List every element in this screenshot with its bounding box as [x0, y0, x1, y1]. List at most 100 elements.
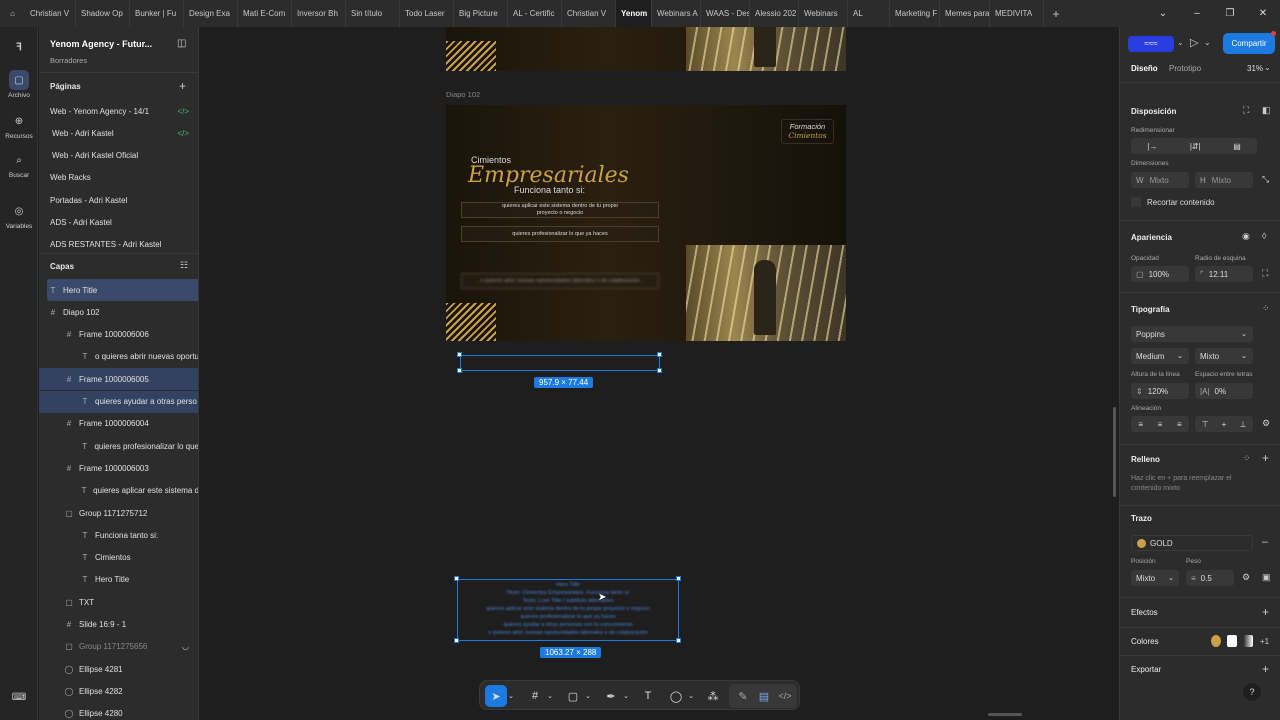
align-left-icon[interactable]: ≡: [1138, 420, 1143, 429]
align-top-icon[interactable]: ⊤: [1202, 420, 1209, 429]
text-tool-icon[interactable]: T: [637, 685, 659, 707]
color-swatch-gradient[interactable]: [1243, 635, 1253, 647]
type-settings-icon[interactable]: ⚙: [1262, 418, 1270, 429]
layer-row[interactable]: ▢ TXT: [39, 591, 198, 613]
layer-row[interactable]: # Frame 1000006003: [39, 457, 198, 479]
present-chevron-icon[interactable]: ⌄: [1204, 38, 1211, 47]
stroke-sides-icon[interactable]: ▣: [1262, 572, 1271, 583]
selection-box-1[interactable]: [460, 355, 660, 371]
layer-row[interactable]: To quieres abrir nuevas oportu: [39, 346, 198, 368]
page-item[interactable]: Web - Yenom Agency - 14/1 </>: [39, 100, 198, 122]
add-effect-icon[interactable]: +: [1262, 605, 1269, 619]
layer-row[interactable]: Tquieres profesionalizar lo que: [39, 435, 198, 457]
layer-row[interactable]: T Hero Title: [47, 279, 198, 301]
shape-tool-chevron-icon[interactable]: ⌄: [584, 685, 592, 707]
layer-row[interactable]: ◯ Ellipse 4280: [39, 703, 198, 720]
browser-tab[interactable]: AL: [848, 0, 890, 27]
layer-row[interactable]: ◯ Ellipse 4281: [39, 658, 198, 680]
add-export-icon[interactable]: +: [1262, 662, 1269, 676]
layer-row[interactable]: ▢ Group 1171275712: [39, 502, 198, 524]
browser-tab[interactable]: Todo Laser: [400, 0, 454, 27]
browser-tab[interactable]: Mati E-Com: [238, 0, 292, 27]
toggle-sidebar-icon[interactable]: ◫: [177, 38, 186, 49]
align-middle-icon[interactable]: +: [1222, 420, 1227, 429]
tabs-dropdown-icon[interactable]: ⌄: [1146, 0, 1180, 27]
text-styles-icon[interactable]: ⁘: [1262, 303, 1270, 314]
browser-tab[interactable]: Webinars A: [652, 0, 701, 27]
browser-tab[interactable]: Yenom✕: [616, 0, 652, 27]
font-size-select[interactable]: Mixto ⌄: [1195, 348, 1253, 364]
help-button[interactable]: ?: [1243, 683, 1261, 701]
close-window-icon[interactable]: ✕: [1246, 0, 1280, 27]
layer-row[interactable]: # Frame 1000006006: [39, 324, 198, 346]
resize-hug-icon[interactable]: |⇵|: [1190, 142, 1201, 151]
browser-tab[interactable]: Memes para: [940, 0, 990, 27]
comment-tool-icon[interactable]: ◯: [665, 685, 687, 707]
add-page-icon[interactable]: +: [179, 79, 186, 93]
layer-row[interactable]: T Hero Title: [39, 569, 198, 591]
new-tab-icon[interactable]: +: [1044, 0, 1068, 27]
blend-mode-icon[interactable]: ◊: [1262, 231, 1266, 241]
remove-stroke-icon[interactable]: –: [1262, 536, 1268, 548]
browser-tab[interactable]: WAAS - Des: [701, 0, 750, 27]
font-family-select[interactable]: Poppins ⌄: [1131, 326, 1253, 342]
layer-row[interactable]: T Cimientos: [39, 547, 198, 569]
page-item[interactable]: Web - Adri Kastel Oficial: [39, 145, 198, 167]
independent-corners-icon[interactable]: ⛶: [1262, 268, 1268, 279]
stroke-settings-icon[interactable]: ⚙: [1242, 572, 1250, 583]
frame-label[interactable]: Diapo 102: [446, 90, 480, 99]
keyboard-shortcuts-icon[interactable]: ⌨: [0, 687, 38, 709]
page-item[interactable]: Web Racks: [39, 167, 198, 189]
height-field[interactable]: H Mixto: [1195, 172, 1253, 188]
layer-row[interactable]: ◯ Ellipse 4282: [39, 680, 198, 702]
file-name[interactable]: Yenom Agency - Futur...: [50, 39, 152, 49]
minimize-icon[interactable]: –: [1180, 0, 1214, 27]
browser-tab[interactable]: Sin título: [346, 0, 400, 27]
browser-tab[interactable]: Inversor Bh: [292, 0, 346, 27]
font-weight-select[interactable]: Medium ⌄: [1131, 348, 1189, 364]
design-canvas[interactable]: Diapo 102 Formación Cimientos Cimientos …: [200, 27, 1118, 720]
rail-buscar[interactable]: ⌕ Buscar: [0, 150, 38, 180]
browser-tab[interactable]: Christian V: [562, 0, 616, 27]
browser-tab[interactable]: Marketing F: [890, 0, 940, 27]
page-item[interactable]: ADS - Adri Kastel: [39, 212, 198, 234]
layer-row[interactable]: # Frame 1000006005: [39, 368, 198, 391]
dev-mode-icon[interactable]: </>: [776, 685, 794, 707]
browser-tab[interactable]: MEDIVITA: [990, 0, 1044, 27]
frame-tool-icon[interactable]: #: [524, 685, 546, 707]
tab-prototype[interactable]: Prototipo: [1169, 64, 1201, 73]
colores-more[interactable]: +1: [1260, 637, 1269, 646]
align-bottom-icon[interactable]: ⊥: [1239, 420, 1246, 429]
share-button[interactable]: Compartir: [1223, 33, 1275, 54]
opacity-field[interactable]: ▢ 100%: [1131, 266, 1189, 282]
layer-row[interactable]: # Slide 16:9 - 1: [39, 614, 198, 636]
slide-diapo-102[interactable]: Formación Cimientos Cimientos Empresaria…: [446, 105, 846, 341]
page-item[interactable]: Web - Adri Kastel </>: [39, 122, 198, 144]
draw-mode-icon[interactable]: ✎: [734, 685, 752, 707]
letter-spacing-field[interactable]: |A| 0%: [1195, 383, 1253, 399]
maximize-icon[interactable]: ❐: [1213, 0, 1247, 27]
canvas-hscrollbar[interactable]: [988, 713, 1022, 716]
layer-row[interactable]: Tquieres ayudar a otras perso: [39, 390, 198, 413]
move-tool-chevron-icon[interactable]: ⌄: [507, 685, 515, 707]
align-right-icon[interactable]: ≡: [1177, 420, 1182, 429]
tab-design[interactable]: Diseño: [1131, 64, 1158, 73]
frame-tool-chevron-icon[interactable]: ⌄: [546, 685, 554, 707]
layer-row[interactable]: T Funciona tanto si:: [39, 524, 198, 546]
stroke-style-field[interactable]: GOLD: [1131, 535, 1253, 551]
layers-options-icon[interactable]: ☷: [180, 260, 188, 271]
resize-fixed-icon[interactable]: |→: [1147, 142, 1157, 151]
fill-styles-icon[interactable]: ⁘: [1243, 453, 1251, 464]
add-fill-icon[interactable]: +: [1262, 451, 1269, 465]
layout-grid-icon[interactable]: ◧: [1262, 105, 1271, 116]
present-icon[interactable]: ▷: [1190, 36, 1198, 49]
pen-tool-icon[interactable]: ✒: [600, 685, 622, 707]
line-height-field[interactable]: ⇕ 120%: [1131, 383, 1189, 399]
browser-tab[interactable]: Webinars: [799, 0, 848, 27]
canvas-scrollbar[interactable]: [1113, 407, 1116, 497]
constrain-proportions-icon[interactable]: ⤡: [1262, 174, 1269, 185]
auto-layout-icon[interactable]: ⛶: [1243, 105, 1249, 116]
figma-menu-icon[interactable]: ꟻ: [0, 37, 38, 59]
page-item[interactable]: Portadas - Adri Kastel: [39, 189, 198, 211]
color-swatch-gold[interactable]: [1211, 635, 1221, 647]
